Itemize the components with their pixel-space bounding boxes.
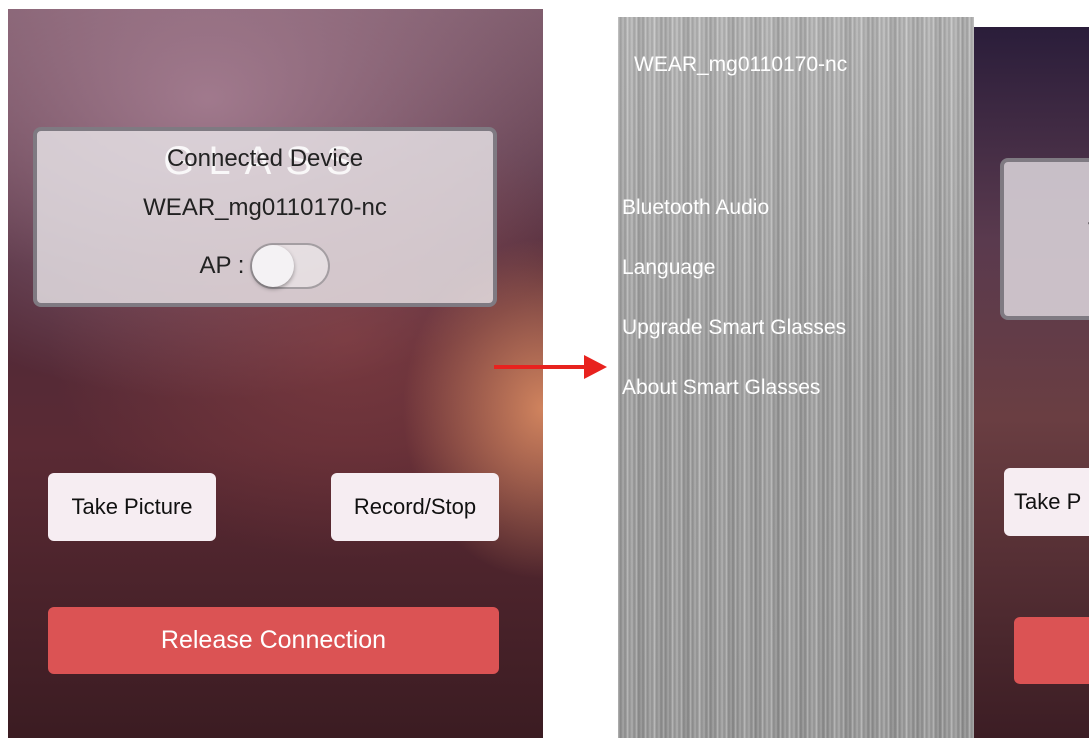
menu-item-upgrade-smart-glasses[interactable]: Upgrade Smart Glasses — [622, 316, 846, 340]
card-title: Connected Device — [166, 145, 364, 172]
release-connection-button[interactable]: Release Connection — [48, 607, 499, 674]
right-phone-screen: V Take P — [974, 27, 1089, 738]
left-phone-screen: GLASS Connected Device WEAR_mg0110170-nc… — [8, 9, 543, 738]
take-picture-button[interactable]: Take Picture — [48, 473, 216, 541]
menu-item-about-smart-glasses[interactable]: About Smart Glasses — [622, 376, 820, 400]
side-menu-panel: WEAR_mg0110170-nc Bluetooth Audio Langua… — [618, 17, 974, 738]
menu-item-bluetooth-audio[interactable]: Bluetooth Audio — [622, 196, 769, 220]
connected-device-card: GLASS Connected Device WEAR_mg0110170-nc… — [33, 127, 497, 307]
transition-arrow-icon — [494, 355, 607, 379]
take-picture-button-partial[interactable]: Take P — [1004, 468, 1089, 536]
ap-row: AP : — [37, 243, 493, 289]
connected-device-card-partial: V — [1000, 158, 1089, 320]
menu-device-name: WEAR_mg0110170-nc — [634, 53, 848, 76]
ap-label: AP : — [199, 252, 245, 279]
record-stop-button[interactable]: Record/Stop — [331, 473, 499, 541]
ap-toggle[interactable] — [250, 243, 331, 289]
ap-toggle-knob — [252, 245, 295, 287]
menu-item-language[interactable]: Language — [622, 256, 715, 280]
release-connection-button-partial[interactable] — [1014, 617, 1089, 684]
device-name: WEAR_mg0110170-nc — [143, 194, 387, 221]
